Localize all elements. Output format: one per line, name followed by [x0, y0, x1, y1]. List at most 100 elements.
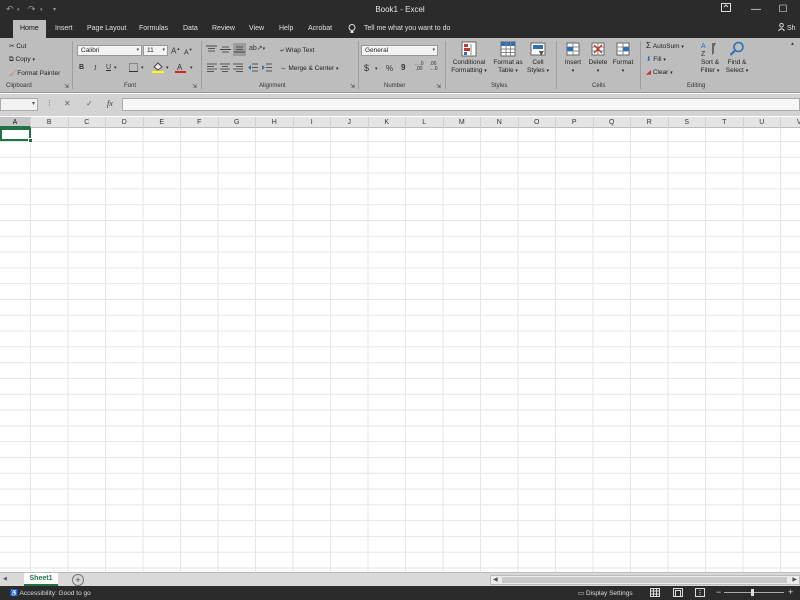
- clipboard-launcher-icon[interactable]: ⇲: [64, 83, 69, 90]
- bold-button[interactable]: B: [79, 64, 84, 71]
- column-header[interactable]: Q: [594, 117, 631, 128]
- orientation-button[interactable]: ab↗▾: [249, 44, 265, 52]
- merge-center-button[interactable]: ⇔ Merge & Center ▾: [280, 65, 339, 72]
- font-color-button[interactable]: A: [175, 62, 186, 75]
- restore-button[interactable]: ☐: [770, 2, 796, 18]
- wrap-text-button[interactable]: ⤶ Wrap Text: [280, 47, 314, 55]
- zoom-slider-knob[interactable]: [751, 589, 754, 596]
- column-header[interactable]: V: [781, 117, 800, 128]
- font-family-select[interactable]: Calibri ▾: [77, 45, 142, 56]
- column-header[interactable]: J: [331, 117, 369, 128]
- column-header[interactable]: G: [219, 117, 256, 128]
- increase-decimal-button[interactable]: ←.0.00: [413, 62, 425, 72]
- decrease-decimal-button[interactable]: .00 →.0: [427, 62, 439, 72]
- column-header[interactable]: K: [369, 117, 406, 128]
- share-button[interactable]: Sh: [778, 20, 800, 38]
- clear-button[interactable]: ◢ Clear ▾: [646, 68, 673, 76]
- page-layout-view-icon[interactable]: [673, 588, 683, 597]
- horizontal-scrollbar[interactable]: ◀ ▶: [490, 575, 800, 585]
- autosum-button[interactable]: Σ AutoSum ▾: [646, 41, 684, 50]
- more-options-icon[interactable]: ⋮: [46, 99, 53, 107]
- number-format-select[interactable]: General ▾: [361, 45, 438, 56]
- insert-cells-button[interactable]: Insert ▾: [562, 41, 584, 75]
- column-header[interactable]: T: [706, 117, 744, 128]
- scrollbar-thumb[interactable]: [502, 577, 787, 583]
- ribbon-display-options-icon[interactable]: [713, 2, 739, 18]
- column-header[interactable]: P: [556, 117, 594, 128]
- italic-button[interactable]: I: [94, 64, 96, 72]
- tab-insert[interactable]: Insert: [55, 20, 73, 38]
- borders-button[interactable]: [129, 63, 138, 74]
- format-as-table-button[interactable]: Format as Table ▾: [491, 41, 525, 75]
- chevron-down-icon[interactable]: ▾: [114, 65, 117, 71]
- sort-filter-button[interactable]: AZ Sort & Filter ▾: [697, 41, 723, 75]
- worksheet-grid[interactable]: [0, 128, 800, 572]
- column-header[interactable]: A: [0, 117, 31, 128]
- display-settings-button[interactable]: ▭ Display Settings: [578, 589, 633, 597]
- tab-review[interactable]: Review: [212, 20, 235, 38]
- cell-styles-button[interactable]: Cell Styles ▾: [526, 41, 550, 75]
- grow-font-button[interactable]: A▲: [171, 46, 180, 56]
- align-right-button[interactable]: [233, 63, 243, 74]
- scroll-right-icon[interactable]: ▶: [792, 576, 797, 583]
- underline-button[interactable]: U: [106, 64, 111, 71]
- chevron-down-icon[interactable]: ▾: [190, 65, 193, 71]
- conditional-formatting-button[interactable]: Conditional Formatting ▾: [450, 41, 488, 75]
- number-launcher-icon[interactable]: ⇲: [436, 83, 441, 90]
- fill-handle[interactable]: [28, 138, 33, 143]
- tab-data[interactable]: Data: [183, 20, 198, 38]
- zoom-in-button[interactable]: +: [788, 587, 793, 597]
- format-cells-button[interactable]: Format ▾: [611, 41, 635, 75]
- column-header[interactable]: M: [444, 117, 481, 128]
- column-header[interactable]: I: [294, 117, 331, 128]
- column-header[interactable]: L: [406, 117, 444, 128]
- font-size-select[interactable]: 11 ▾: [143, 45, 168, 56]
- column-header[interactable]: O: [519, 117, 556, 128]
- tell-me-search[interactable]: Tell me what you want to do: [364, 20, 450, 38]
- align-center-button[interactable]: [220, 63, 230, 74]
- cut-button[interactable]: ✂ Cut: [9, 42, 26, 50]
- fill-color-button[interactable]: [152, 62, 164, 75]
- column-header[interactable]: B: [31, 117, 69, 128]
- column-header[interactable]: C: [69, 117, 106, 128]
- column-header[interactable]: H: [256, 117, 294, 128]
- column-header[interactable]: E: [144, 117, 181, 128]
- font-launcher-icon[interactable]: ⇲: [192, 83, 197, 90]
- tab-page-layout[interactable]: Page Layout: [87, 20, 126, 38]
- column-header[interactable]: D: [106, 117, 144, 128]
- accessibility-status[interactable]: ♿ Accessibility: Good to go: [10, 589, 91, 597]
- chevron-down-icon[interactable]: ▾: [166, 65, 169, 71]
- shrink-font-button[interactable]: A▼: [184, 47, 193, 56]
- insert-function-button[interactable]: fx: [107, 99, 113, 108]
- tab-formulas[interactable]: Formulas: [139, 20, 168, 38]
- sheet-tab-sheet1[interactable]: Sheet1: [24, 573, 58, 586]
- percent-button[interactable]: %: [386, 64, 393, 73]
- format-painter-button[interactable]: 🖌Format Painter: [9, 69, 60, 77]
- alignment-launcher-icon[interactable]: ⇲: [350, 83, 355, 90]
- top-align-button[interactable]: [206, 45, 217, 56]
- active-cell[interactable]: [0, 128, 33, 143]
- column-header[interactable]: N: [481, 117, 519, 128]
- find-select-button[interactable]: Find & Select ▾: [724, 41, 750, 75]
- copy-button[interactable]: ⧉ Copy ▾: [9, 56, 35, 64]
- normal-view-icon[interactable]: [650, 588, 660, 597]
- column-header[interactable]: U: [744, 117, 781, 128]
- cancel-entry-button[interactable]: ✕: [64, 99, 71, 108]
- chevron-down-icon[interactable]: ▾: [375, 66, 378, 72]
- zoom-out-button[interactable]: −: [716, 587, 721, 597]
- middle-align-button[interactable]: [220, 45, 231, 56]
- currency-button[interactable]: $: [364, 63, 369, 73]
- tab-help[interactable]: Help: [279, 20, 293, 38]
- comma-style-button[interactable]: 9: [401, 63, 405, 72]
- delete-cells-button[interactable]: Delete ▾: [587, 41, 609, 75]
- collapse-ribbon-icon[interactable]: ▲: [790, 41, 795, 47]
- tab-home[interactable]: Home: [13, 20, 46, 38]
- scroll-tabs-left-icon[interactable]: ◀: [3, 576, 7, 582]
- tab-view[interactable]: View: [249, 20, 264, 38]
- increase-indent-button[interactable]: [262, 63, 272, 74]
- formula-input[interactable]: [122, 98, 800, 111]
- new-sheet-button[interactable]: +: [72, 574, 84, 586]
- column-header[interactable]: S: [669, 117, 706, 128]
- minimize-button[interactable]: —: [743, 2, 769, 18]
- decrease-indent-button[interactable]: [248, 63, 258, 74]
